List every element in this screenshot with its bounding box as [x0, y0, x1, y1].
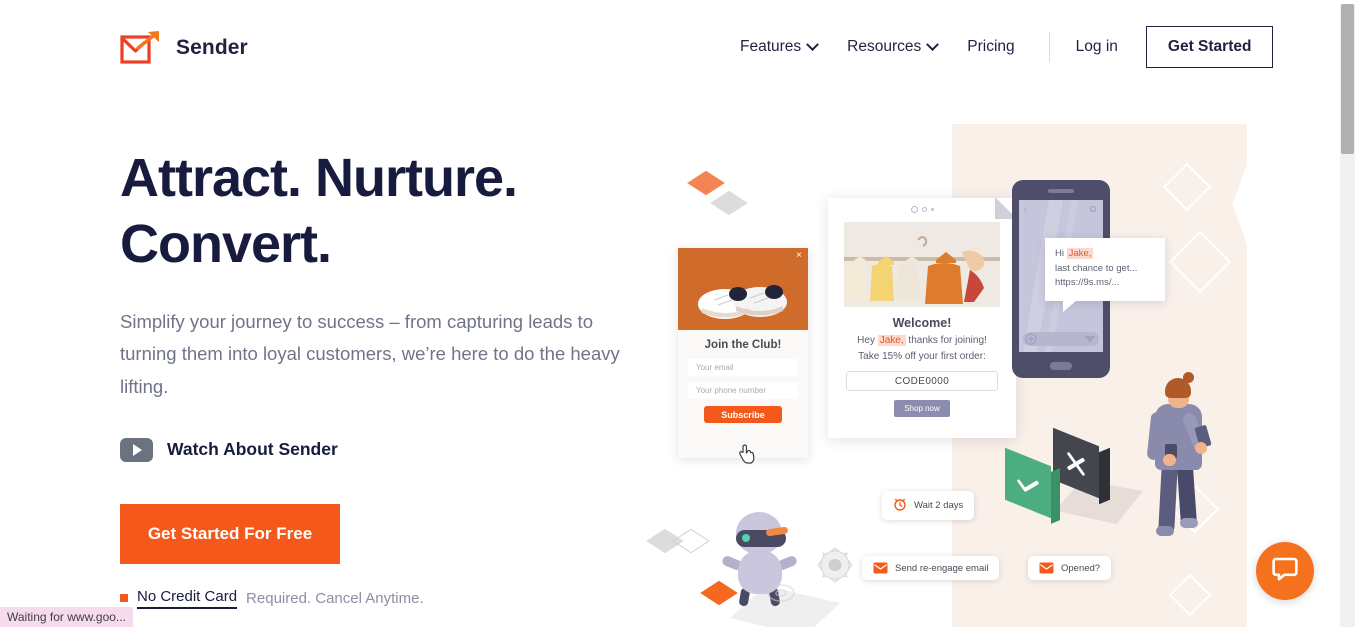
note-rest-text: Required. Cancel Anytime. [246, 589, 424, 607]
workflow-chip-opened[interactable]: Opened? [1028, 556, 1112, 580]
get-started-for-free-button[interactable]: Get Started For Free [120, 503, 340, 564]
envelope-icon [873, 562, 888, 574]
headline-line-2: Convert. [120, 213, 332, 274]
chevron-down-icon [806, 37, 820, 51]
popup-subscribe-button[interactable]: Subscribe [704, 406, 782, 423]
email-offer-line: Take 15% off your first order: [858, 351, 986, 362]
person-with-phone-illustration [1135, 368, 1236, 558]
workflow-chip-wait[interactable]: Wait 2 days [882, 491, 975, 520]
email-greeting: Hey Jake, thanks for joining! [838, 335, 1006, 346]
popup-body: Join the Club! Your email Your phone num… [678, 330, 808, 433]
iso-yes-block-side [1051, 468, 1060, 524]
sms-line-3: https://9s.ms/... [1055, 277, 1120, 289]
site-header: Sender Features Resources Pricing Log in… [0, 0, 1340, 94]
close-icon[interactable]: × [796, 251, 802, 261]
logo-text: Sender [176, 36, 248, 59]
email-greeting-pre: Hey [857, 335, 878, 346]
alarm-clock-icon [893, 497, 907, 514]
hero-content: Attract. Nurture. Convert. Simplify your… [120, 146, 680, 609]
promo-code-field[interactable]: CODE0000 [846, 371, 998, 391]
watch-video-label: Watch About Sender [167, 439, 338, 460]
login-link[interactable]: Log in [1076, 38, 1118, 56]
popup-phone-input[interactable]: Your phone number [688, 382, 798, 399]
sms-bubble-tail [1063, 300, 1077, 313]
email-title: Welcome! [892, 316, 952, 330]
decorative-diamond-gray [710, 190, 748, 216]
hero-illustration: × Join the Club! Your email Your phone n… [630, 110, 1340, 627]
workflow-chip-opened-label: Opened? [1061, 562, 1101, 574]
nav-item-resources[interactable]: Resources [847, 37, 940, 56]
headline-line-1: Attract. Nurture. [120, 148, 518, 208]
phone-home-button [1050, 362, 1072, 370]
sms-line-2: last chance to get... [1055, 262, 1138, 274]
svg-text:‹: ‹ [1024, 205, 1027, 214]
nav-item-pricing-label: Pricing [967, 38, 1015, 55]
email-greeting-name: Jake, [877, 335, 906, 346]
clothes-rack-photo [844, 222, 1000, 307]
gear-icon [766, 582, 796, 609]
check-icon [1016, 475, 1040, 502]
sms-line-1: Hi Jake, [1055, 247, 1155, 262]
workflow-chip-send-email[interactable]: Send re-engage email [862, 556, 1000, 580]
chevron-down-icon [926, 37, 940, 51]
scrollbar-thumb[interactable] [1341, 4, 1354, 154]
watch-video-link[interactable]: Watch About Sender [120, 437, 338, 462]
nav-item-features-label: Features [740, 38, 802, 55]
iso-no-block-side [1099, 447, 1110, 505]
logo[interactable]: Sender [120, 30, 248, 66]
signup-popup-card: × Join the Club! Your email Your phone n… [678, 248, 808, 464]
cursor-hand-icon [738, 444, 756, 464]
hero-subcopy: Simplify your journey to success – from … [120, 310, 620, 398]
decorative-diamond-orange [687, 170, 725, 196]
welcome-email-card: Welcome! Hey Jake, thanks for joining! T… [828, 197, 1017, 438]
workflow-chip-wait-label: Wait 2 days [914, 500, 964, 511]
nav-divider [1048, 32, 1050, 62]
nav-item-pricing[interactable]: Pricing [967, 38, 1014, 56]
email-greeting-post: thanks for joining! [905, 335, 987, 346]
chat-widget-button[interactable] [1256, 542, 1314, 600]
workflow-chip-send-email-label: Send re-engage email [895, 562, 989, 574]
cross-icon [1065, 452, 1087, 480]
email-card-text: Welcome! Hey Jake, thanks for joining! T… [828, 316, 1016, 362]
sms-message-bubble: Hi Jake, last chance to get... https://9… [1045, 238, 1165, 313]
page-scrollbar[interactable] [1340, 0, 1355, 627]
sms-greeting-name: Jake, [1066, 248, 1094, 259]
get-started-button[interactable]: Get Started [1145, 26, 1274, 68]
phone-speaker [1048, 189, 1074, 193]
bullet-icon [120, 594, 128, 603]
email-card-dots [828, 198, 1016, 220]
gear-icon [814, 544, 856, 591]
chat-bubble-icon [1271, 555, 1299, 588]
no-credit-card-note: No Credit Card Required. Cancel Anytime. [120, 588, 680, 609]
envelope-check-arrow-icon [120, 30, 162, 66]
note-strong-text: No Credit Card [137, 588, 238, 609]
popup-title: Join the Club! [704, 339, 782, 351]
page-title: Attract. Nurture. Convert. [120, 146, 680, 278]
main-nav: Features Resources Pricing Log in Get St… [740, 26, 1274, 68]
sms-greeting-pre: Hi [1055, 248, 1067, 259]
popup-email-input[interactable]: Your email [688, 359, 798, 376]
nav-item-resources-label: Resources [847, 38, 922, 55]
nav-item-features[interactable]: Features [740, 37, 820, 56]
shop-now-button[interactable]: Shop now [894, 400, 950, 417]
play-icon [120, 437, 153, 462]
envelope-icon [1039, 562, 1054, 574]
sneakers-photo: × [678, 248, 808, 330]
page-root: Sender Features Resources Pricing Log in… [0, 0, 1340, 627]
automation-robot-illustration [678, 508, 868, 627]
browser-status-bar: Waiting for www.goo... [0, 607, 133, 627]
